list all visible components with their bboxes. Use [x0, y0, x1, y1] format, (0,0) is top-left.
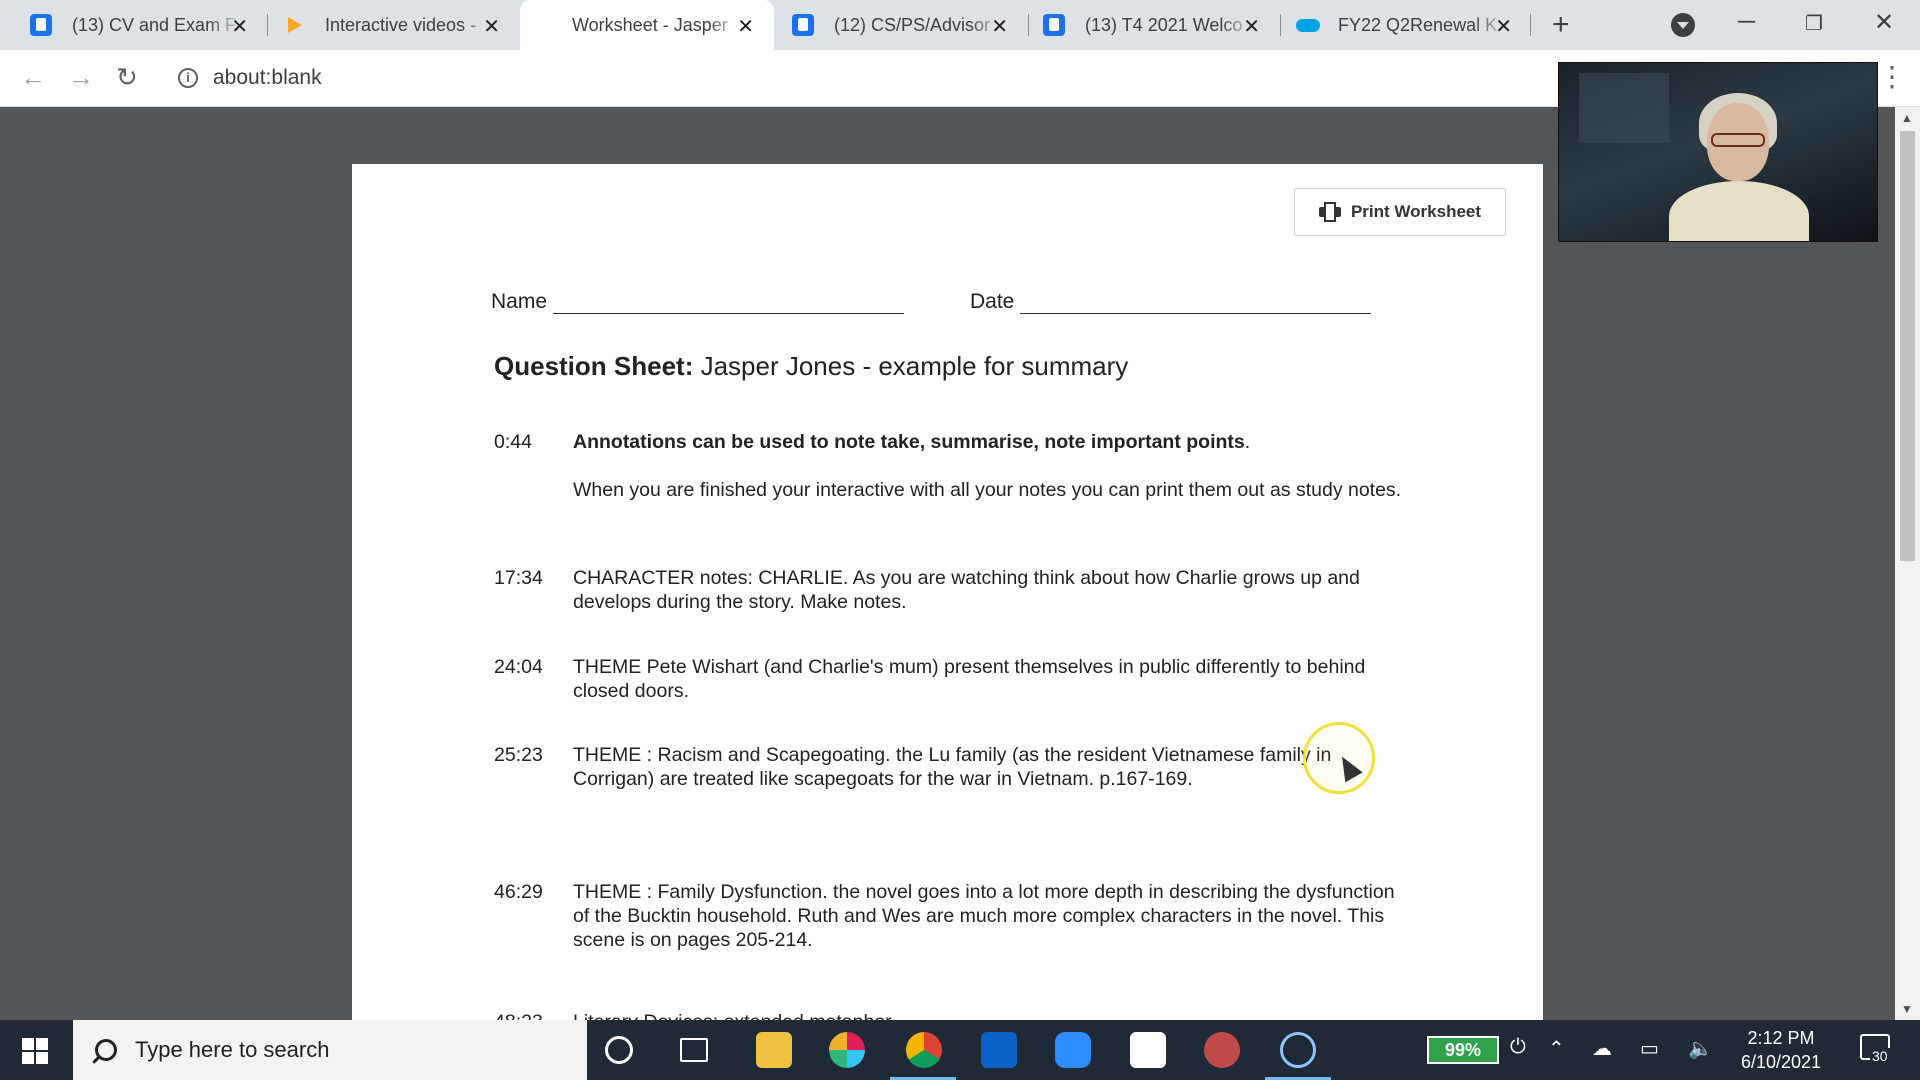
print-worksheet-button[interactable]: Print Worksheet	[1294, 188, 1506, 236]
new-tab-button[interactable]: +	[1552, 8, 1570, 42]
windows-taskbar: Type here to search 99% ⏻ ⌃ ☁ ▭ 🔈 2:12 P…	[0, 1020, 1920, 1080]
page-title: Question Sheet: Jasper Jones - example f…	[494, 351, 1128, 382]
annotation-body: THEME : Racism and Scapegoating. the Lu …	[573, 744, 1332, 790]
tab-fy22-renewal[interactable]: FY22 Q2Renewal K ✕	[1280, 0, 1532, 50]
power-plug-icon[interactable]: ⏻	[1510, 1036, 1526, 1059]
tab-title: FY22 Q2Renewal K	[1338, 14, 1498, 35]
system-clock[interactable]: 2:12 PM 6/10/2021	[1716, 1026, 1846, 1074]
annotation-extra: When you are finished your interactive w…	[573, 479, 1402, 501]
zoom-icon[interactable]	[1055, 1032, 1091, 1068]
scrollbar-thumb[interactable]	[1900, 131, 1915, 561]
volume-icon[interactable]: 🔈	[1688, 1036, 1713, 1061]
doc-icon	[1043, 14, 1065, 36]
close-icon[interactable]: ✕	[737, 14, 754, 39]
annotation-body: THEME Pete Wishart (and Charlie's mum) p…	[573, 656, 1366, 702]
site-info-icon[interactable]: i	[178, 68, 198, 88]
chevron-up-icon[interactable]: ⌃	[1548, 1036, 1565, 1061]
cloud-icon	[1296, 14, 1320, 36]
worksheet-page: Print Worksheet Name Date Question Sheet…	[352, 164, 1543, 1020]
play-icon	[283, 14, 305, 36]
presenter-glasses	[1711, 133, 1765, 147]
close-icon[interactable]: ✕	[483, 14, 500, 39]
battery-icon[interactable]: ▭	[1640, 1036, 1659, 1061]
slack-icon[interactable]	[829, 1032, 865, 1068]
date-line[interactable]	[1020, 292, 1372, 314]
tab-worksheet-jasper[interactable]: Worksheet - Jasper ✕	[520, 0, 774, 50]
notification-count: 30	[1870, 1048, 1890, 1064]
search-icon	[95, 1039, 117, 1061]
tab-search-icon[interactable]	[1671, 13, 1695, 37]
tab-divider	[1530, 14, 1531, 36]
timestamp[interactable]: 46:29	[494, 880, 564, 904]
annotation-text: Annotations can be used to note take, su…	[573, 430, 1403, 502]
tab-cv-exam[interactable]: (13) CV and Exam F ✕	[0, 0, 268, 50]
tab-title: Interactive videos -	[325, 14, 477, 35]
clock-date: 6/10/2021	[1740, 1052, 1822, 1072]
date-field[interactable]: Date	[970, 290, 1372, 314]
annotation-body: THEME : Family Dysfunction. the novel go…	[573, 881, 1395, 951]
close-icon[interactable]: ✕	[231, 14, 248, 39]
browser-tab-strip: (13) CV and Exam F ✕ Interactive videos …	[0, 0, 1920, 50]
tab-t4-welcome[interactable]: (13) T4 2021 Welco ✕	[1028, 0, 1280, 50]
browser-menu-icon[interactable]: ⋮	[1878, 60, 1906, 93]
tab-title: (13) CV and Exam F	[72, 14, 237, 35]
close-icon[interactable]: ✕	[1495, 14, 1512, 39]
restore-icon[interactable]: ❐	[1805, 11, 1823, 36]
date-label: Date	[970, 290, 1015, 313]
task-view-icon[interactable]	[680, 1038, 708, 1062]
cortana-icon[interactable]	[605, 1036, 633, 1064]
page-title-bold: Question Sheet:	[494, 351, 694, 381]
vertical-scrollbar[interactable]: ▲ ▼	[1895, 107, 1920, 1020]
windows-start-icon[interactable]	[22, 1038, 48, 1064]
annotation-body: .	[1244, 431, 1251, 453]
background-window	[1579, 73, 1669, 143]
tab-title: (12) CS/PS/Advisor	[834, 14, 991, 35]
screen-recorder-icon[interactable]	[1280, 1032, 1316, 1068]
presenter-body	[1669, 181, 1809, 241]
name-label: Name	[491, 290, 548, 313]
tab-cs-ps-advisor[interactable]: (12) CS/PS/Advisor ✕	[774, 0, 1028, 50]
timestamp[interactable]: 48:23	[494, 1010, 564, 1020]
name-field[interactable]: Name	[491, 290, 905, 314]
window-close-icon[interactable]: ✕	[1874, 8, 1894, 37]
doc-icon	[30, 14, 52, 36]
doc-icon	[792, 14, 814, 36]
printer-icon	[1318, 202, 1341, 222]
scroll-down-icon[interactable]: ▼	[1901, 1002, 1913, 1016]
address-bar[interactable]: about:blank	[213, 66, 322, 90]
timestamp[interactable]: 17:34	[494, 566, 564, 590]
annotation-body: Literary Devices: extended metaphor	[573, 1010, 1403, 1020]
taskbar-search-box[interactable]: Type here to search	[73, 1020, 587, 1080]
timestamp[interactable]: 25:23	[494, 743, 564, 767]
page-title-rest: Jasper Jones - example for summary	[693, 351, 1129, 381]
chrome-icon[interactable]	[906, 1032, 942, 1068]
print-button-label: Print Worksheet	[1350, 202, 1482, 221]
annotation-bold: Annotations can be used to note take, su…	[573, 431, 1245, 453]
name-line[interactable]	[553, 292, 905, 314]
battery-indicator[interactable]: 99%	[1427, 1036, 1499, 1064]
file-explorer-icon[interactable]	[756, 1032, 792, 1068]
onedrive-cloud-icon[interactable]: ☁	[1592, 1036, 1612, 1061]
close-icon[interactable]: ✕	[1243, 14, 1260, 39]
annotation-body: CHARACTER notes: CHARLIE. As you are wat…	[573, 567, 1360, 613]
minimize-icon[interactable]: ─	[1738, 8, 1755, 36]
timestamp[interactable]: 24:04	[494, 655, 564, 679]
scroll-up-icon[interactable]: ▲	[1901, 111, 1913, 125]
back-arrow-icon[interactable]: ←	[20, 62, 46, 93]
tab-interactive-videos[interactable]: Interactive videos - ✕	[268, 0, 520, 50]
timestamp[interactable]: 0:44	[494, 430, 564, 454]
page-viewport: Print Worksheet Name Date Question Sheet…	[0, 107, 1920, 1020]
search-placeholder: Type here to search	[135, 1037, 330, 1062]
forward-arrow-icon[interactable]: →	[68, 62, 94, 93]
media-player-icon[interactable]	[1130, 1032, 1166, 1068]
outlook-icon[interactable]	[981, 1032, 1017, 1068]
tab-title: Worksheet - Jasper	[572, 14, 728, 35]
reload-icon[interactable]: ↻	[116, 62, 138, 93]
webcam-video-overlay[interactable]	[1558, 62, 1878, 242]
close-icon[interactable]: ✕	[991, 14, 1008, 39]
clock-time: 2:12 PM	[1747, 1028, 1815, 1048]
snipping-tool-icon[interactable]	[1204, 1032, 1240, 1068]
tab-title: (13) T4 2021 Welco	[1085, 14, 1243, 35]
